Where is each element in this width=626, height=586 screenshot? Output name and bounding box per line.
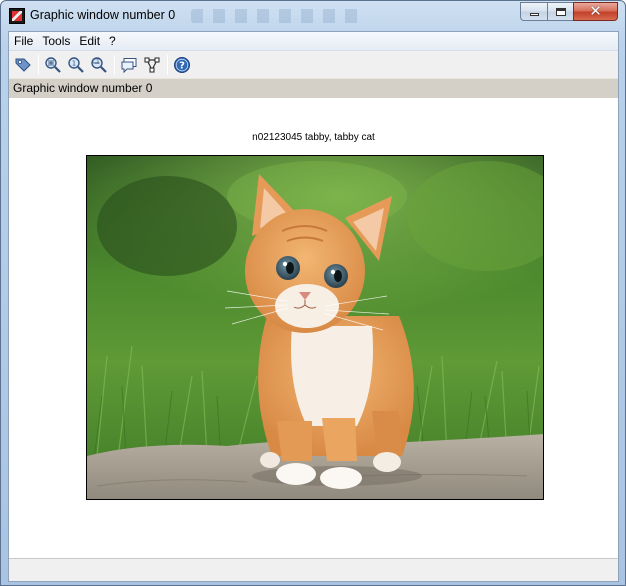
menu-edit[interactable]: Edit	[75, 32, 104, 51]
toolbar-separator	[114, 54, 115, 75]
menu-bar: File Tools Edit ?	[9, 32, 618, 51]
zoom-fit-button[interactable]: 1	[65, 54, 87, 76]
window-client-area: File Tools Edit ? 1 ? Graphic window num…	[8, 31, 619, 582]
help-button[interactable]: ?	[171, 54, 193, 76]
info-bar: Graphic window number 0	[9, 78, 618, 98]
curve-editor-button[interactable]	[141, 54, 163, 76]
window-title: Graphic window number 0	[30, 8, 176, 22]
menu-file[interactable]: File	[10, 32, 37, 51]
scilab-logo-icon[interactable]	[9, 8, 25, 24]
datatip-button[interactable]	[118, 54, 140, 76]
zoom-fit-icon: 1	[68, 56, 84, 73]
svg-text:1: 1	[72, 59, 76, 67]
toolbar-separator	[38, 54, 39, 75]
kitten-photo	[86, 155, 544, 500]
figure-title: n02123045 tabby, tabby cat	[252, 132, 375, 143]
aero-glass-reflection	[191, 9, 361, 23]
menu-help[interactable]: ?	[105, 32, 120, 51]
datatip-icon	[121, 57, 137, 73]
zoom-out-button[interactable]	[88, 54, 110, 76]
close-button[interactable]: ✕	[573, 2, 618, 21]
close-icon: ✕	[589, 3, 602, 20]
status-bar	[9, 558, 618, 581]
kitten-image	[87, 156, 543, 499]
graphic-canvas[interactable]: n02123045 tabby, tabby cat	[9, 98, 618, 558]
help-icon: ?	[174, 56, 190, 73]
toolbar-separator	[167, 54, 168, 75]
caption-buttons: ✕	[520, 2, 618, 21]
svg-text:?: ?	[179, 60, 185, 71]
maximize-icon	[555, 7, 566, 16]
toolbar: 1 ?	[9, 51, 618, 78]
app-window: Graphic window number 0 ✕ File Tools Edi…	[0, 0, 626, 586]
zoom-in-icon	[45, 56, 61, 73]
curve-editor-icon	[144, 57, 160, 72]
minimize-icon	[529, 13, 539, 16]
title-bar[interactable]: Graphic window number 0 ✕	[1, 1, 625, 31]
menu-tools[interactable]: Tools	[38, 32, 74, 51]
zoom-out-icon	[91, 56, 107, 73]
zoom-in-button[interactable]	[42, 54, 64, 76]
maximize-button[interactable]	[547, 2, 573, 21]
rotate-icon	[15, 58, 31, 72]
minimize-button[interactable]	[520, 2, 547, 21]
rotate-button[interactable]	[12, 54, 34, 76]
